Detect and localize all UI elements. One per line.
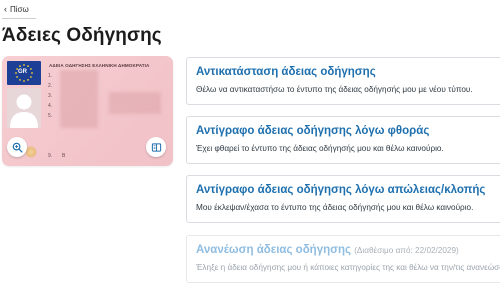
avatar-silhouette-icon	[7, 88, 41, 128]
country-code: GR	[18, 69, 27, 75]
chevron-left-icon: ‹	[4, 4, 7, 14]
category-letter: B	[62, 153, 66, 159]
service-title-text: Ανανέωση άδειας οδήγησης	[196, 244, 351, 256]
back-link[interactable]: ‹ Πίσω	[4, 4, 29, 15]
redacted-signature	[109, 92, 161, 114]
field-number: 5.	[48, 113, 53, 119]
back-label: Πίσω	[10, 5, 29, 14]
service-description: Έληξε η άδεια οδήγησης μου ή κάποιες κατ…	[196, 263, 500, 272]
book-icon	[151, 142, 161, 152]
service-description: Θέλω να αντικαταστήσω το έντυπο της άδει…	[196, 85, 473, 94]
back-divider	[2, 18, 36, 19]
page-title: Άδειες Οδήγησης	[2, 25, 162, 46]
service-option-damage-copy[interactable]: Αντίγραφο άδειας οδήγησης λόγω φθοράς Έχ…	[186, 116, 500, 164]
service-title: Αντίγραφο άδειας οδήγησης λόγω φθοράς	[196, 125, 430, 137]
flip-card-button[interactable]	[146, 137, 166, 157]
service-option-replacement[interactable]: Αντικατάσταση άδειας οδήγησης Θέλω να αν…	[186, 57, 500, 105]
service-description: Έχει φθαρεί το έντυπο της άδειας οδήγησή…	[196, 144, 444, 153]
field-number: 3.	[48, 93, 53, 99]
eu-flag-icon: GR	[7, 61, 41, 85]
service-option-loss-theft-copy[interactable]: Αντίγραφο άδειας οδήγησης λόγω απώλειας/…	[186, 175, 500, 223]
license-card: GR ΑΔΕΙΑ ΟΔΗΓΗΣΗΣ ΕΛΛΗΝΙΚΗ ΔΗΜΟΚΡΑΤΙΑ 1.…	[2, 56, 173, 166]
availability-note: (Διαθέσιμο από: 22/02/2029)	[354, 246, 459, 255]
service-description: Μου έκλεψαν/έχασα το έντυπο της άδειας ο…	[196, 203, 474, 212]
field-number: 4.	[48, 103, 53, 109]
card-header: ΑΔΕΙΑ ΟΔΗΓΗΣΗΣ ΕΛΛΗΝΙΚΗ ΔΗΜΟΚΡΑΤΙΑ	[49, 63, 150, 68]
service-title: Αντικατάσταση άδειας οδήγησης	[196, 66, 376, 78]
field-number: 1.	[48, 73, 53, 79]
service-title: Ανανέωση άδειας οδήγησης (Διαθέσιμο από:…	[196, 244, 459, 256]
zoom-button[interactable]	[7, 137, 27, 157]
redacted-info	[60, 70, 98, 128]
zoom-in-icon	[12, 142, 23, 153]
service-title: Αντίγραφο άδειας οδήγησης λόγω απώλειας/…	[196, 184, 486, 196]
service-option-renewal: Ανανέωση άδειας οδήγησης (Διαθέσιμο από:…	[186, 235, 500, 283]
field-number: 9.	[48, 153, 53, 159]
field-number: 2.	[48, 83, 53, 89]
